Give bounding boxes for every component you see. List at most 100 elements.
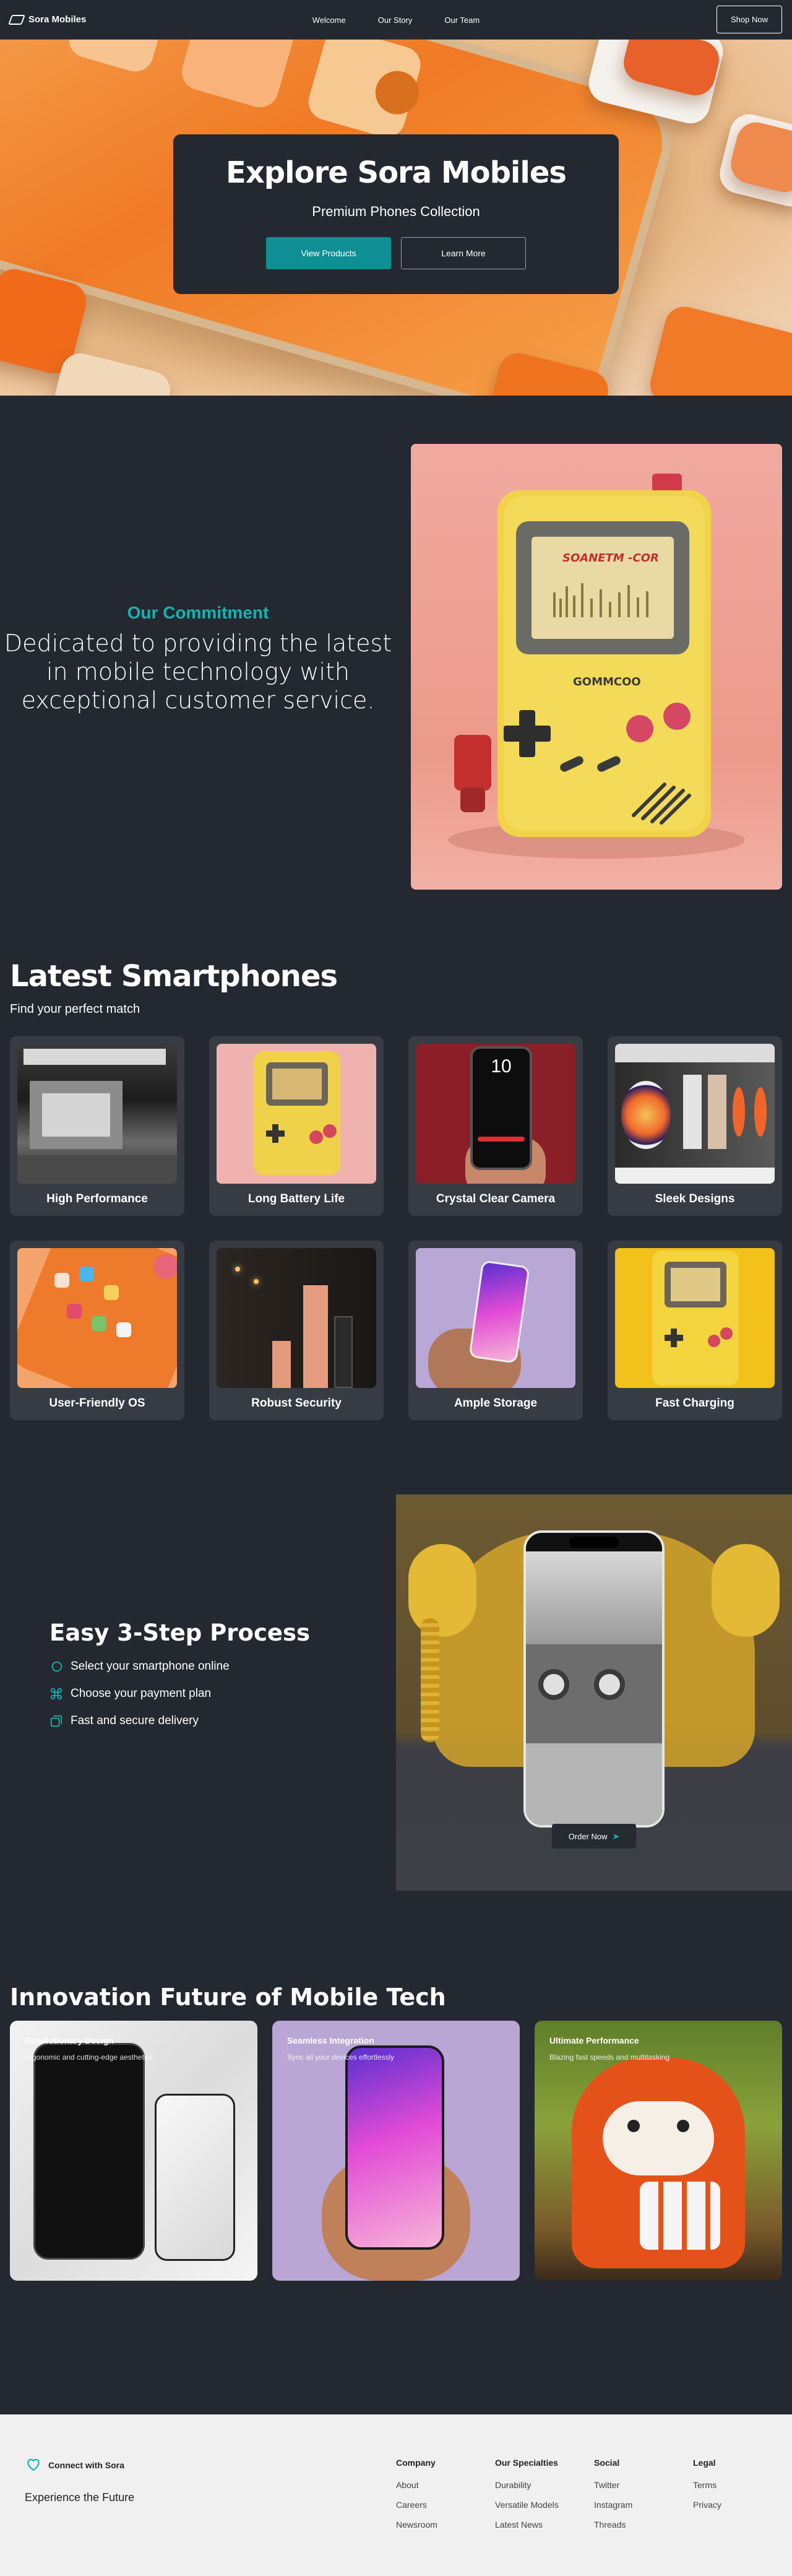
product-label: Robust Security <box>251 1397 342 1410</box>
innovation-card-title: Seamless Integration <box>287 2036 374 2045</box>
footer-brand[interactable]: Connect with Sora <box>25 2457 124 2473</box>
process-text: Easy 3-Step Process Select your smartpho… <box>50 1620 310 1728</box>
product-card[interactable]: Sleek Designs <box>608 1036 782 1216</box>
learn-more-button[interactable]: Learn More <box>401 237 526 269</box>
footer-link[interactable]: Versatile Models <box>495 2500 559 2510</box>
console-screen-text: SOANETM -COR <box>562 552 659 565</box>
hero-title: Explore Sora Mobiles <box>226 155 567 190</box>
footer-link[interactable]: Privacy <box>693 2500 721 2510</box>
process-section: Easy 3-Step Process Select your smartpho… <box>0 1420 792 1984</box>
nav-link-our-story[interactable]: Our Story <box>378 15 413 25</box>
footer-link[interactable]: Careers <box>396 2500 437 2510</box>
process-step: Fast and secure delivery <box>50 1714 310 1728</box>
footer-link[interactable]: Durability <box>495 2480 559 2490</box>
hand-phone-image: 10 <box>416 1044 575 1184</box>
process-step: Choose your payment plan <box>50 1687 310 1701</box>
box-icon <box>50 1714 63 1728</box>
store-photo-image <box>17 1044 177 1184</box>
product-label: Long Battery Life <box>248 1192 345 1205</box>
product-grid: High Performance Long Battery Life 10 Cr… <box>10 1036 782 1420</box>
product-label: High Performance <box>46 1192 148 1205</box>
footer-link[interactable]: Threads <box>594 2520 632 2530</box>
innovation-card[interactable]: Ultimate Performance Blazing fast speeds… <box>535 2021 782 2281</box>
hero-card: Explore Sora Mobiles Premium Phones Coll… <box>173 134 619 294</box>
white-phone-image <box>155 2094 235 2261</box>
logo-icon <box>8 14 25 25</box>
innovation-grid: Revolutionary Design Ergonomic and cutti… <box>10 2021 782 2281</box>
app-tile-icon <box>64 40 172 76</box>
console-brand-text: GOMMCOO <box>573 675 641 688</box>
hero-buttons: View Products Learn More <box>173 237 619 269</box>
product-card[interactable]: Fast Charging <box>608 1241 782 1420</box>
product-card[interactable]: High Performance <box>10 1036 184 1216</box>
command-icon <box>50 1687 63 1701</box>
product-card[interactable]: 10 Crystal Clear Camera <box>408 1036 583 1216</box>
footer-tagline: Experience the Future <box>25 2491 135 2504</box>
latest-title: Latest Smartphones <box>10 959 338 994</box>
footer-link[interactable]: Instagram <box>594 2500 632 2510</box>
view-products-button[interactable]: View Products <box>266 237 391 269</box>
gradient-phone-image <box>345 2045 444 2250</box>
innovation-card-desc: Sync all your devices effortlessly <box>287 2053 395 2062</box>
product-card[interactable]: Ample Storage <box>408 1241 583 1420</box>
brand[interactable]: Sora Mobiles <box>8 14 87 25</box>
hand-phone-lavender-image <box>416 1248 575 1388</box>
commitment-body: Dedicated to providing the latest in mob… <box>4 630 392 714</box>
orange-tile-image <box>646 302 792 396</box>
footer-column-heading: Social <box>594 2458 620 2468</box>
product-label: Ample Storage <box>454 1397 538 1410</box>
brand-name: Sora Mobiles <box>28 14 87 25</box>
black-phone-image <box>33 2043 145 2260</box>
yellow-handheld-image <box>217 1044 376 1184</box>
shop-now-button[interactable]: Shop Now <box>717 6 782 33</box>
storefront-windows-image <box>615 1044 775 1184</box>
footer-column-heading: Legal <box>693 2458 716 2468</box>
innovation-title-part1: Innovation <box>10 1984 152 2011</box>
innovation-card-desc: Ergonomic and cutting-edge aesthetics <box>25 2053 153 2062</box>
footer-brand-name: Connect with Sora <box>48 2460 124 2470</box>
footer-link[interactable]: Newsroom <box>396 2520 437 2530</box>
innovation-card[interactable]: Seamless Integration Sync all your devic… <box>272 2021 520 2281</box>
footer: Connect with Sora Experience the Future … <box>0 2414 792 2576</box>
product-label: Crystal Clear Camera <box>436 1192 556 1205</box>
product-label: User-Friendly OS <box>49 1397 145 1410</box>
process-title: Easy 3-Step Process <box>50 1620 311 1646</box>
product-card[interactable]: User-Friendly OS <box>10 1241 184 1420</box>
dark-room-image <box>217 1248 376 1388</box>
hero-section: Explore Sora Mobiles Premium Phones Coll… <box>0 40 792 396</box>
footer-column-heading: Our Specialties <box>495 2458 558 2468</box>
phone-clock-text: 10 <box>491 1056 512 1077</box>
innovation-section: Innovation Future of Mobile Tech Revolut… <box>0 1984 792 2281</box>
order-now-button[interactable]: Order Now ➤ <box>552 1824 636 1849</box>
footer-link[interactable]: Latest News <box>495 2520 559 2530</box>
footer-link[interactable]: About <box>396 2480 437 2490</box>
footer-column-social: Social Twitter Instagram Threads <box>594 2458 632 2539</box>
process-step: Select your smartphone online <box>50 1660 310 1673</box>
commitment-text: Our Commitment Dedicated to providing th… <box>0 603 396 714</box>
process-step-label: Select your smartphone online <box>71 1660 230 1673</box>
innovation-title-part2: Future of Mobile Tech <box>160 1984 446 2011</box>
hero-subtitle: Premium Phones Collection <box>312 204 480 219</box>
product-card[interactable]: Long Battery Life <box>209 1036 384 1216</box>
commitment-kicker: Our Commitment <box>127 603 269 622</box>
product-label: Sleek Designs <box>655 1192 735 1205</box>
innovation-card-title: Revolutionary Design <box>25 2036 114 2045</box>
cursor-icon: ➤ <box>612 1831 620 1841</box>
process-step-label: Fast and secure delivery <box>71 1714 199 1727</box>
nav-link-welcome[interactable]: Welcome <box>312 15 346 25</box>
commitment-section: Our Commitment Dedicated to providing th… <box>0 396 792 922</box>
product-card[interactable]: Robust Security <box>209 1241 384 1420</box>
innovation-title: Innovation Future of Mobile Tech <box>10 1984 782 2011</box>
orange-phone-apps-image <box>17 1248 177 1388</box>
footer-link[interactable]: Twitter <box>594 2480 632 2490</box>
nav-link-our-team[interactable]: Our Team <box>444 15 480 25</box>
yellow-handheld-image <box>615 1248 775 1388</box>
footer-column-specialties: Our Specialties Durability Versatile Mod… <box>495 2458 559 2539</box>
footer-column-legal: Legal Terms Privacy <box>693 2458 721 2520</box>
latest-smartphones-section: Latest Smartphones Find your perfect mat… <box>0 922 792 1420</box>
top-nav: Sora Mobiles Welcome Our Story Our Team … <box>0 0 792 40</box>
innovation-card[interactable]: Revolutionary Design Ergonomic and cutti… <box>10 2021 257 2281</box>
handheld-illustration: SOANETM -COR GOMMCOO <box>448 474 745 859</box>
chat-icon <box>50 1660 63 1673</box>
footer-link[interactable]: Terms <box>693 2480 721 2490</box>
